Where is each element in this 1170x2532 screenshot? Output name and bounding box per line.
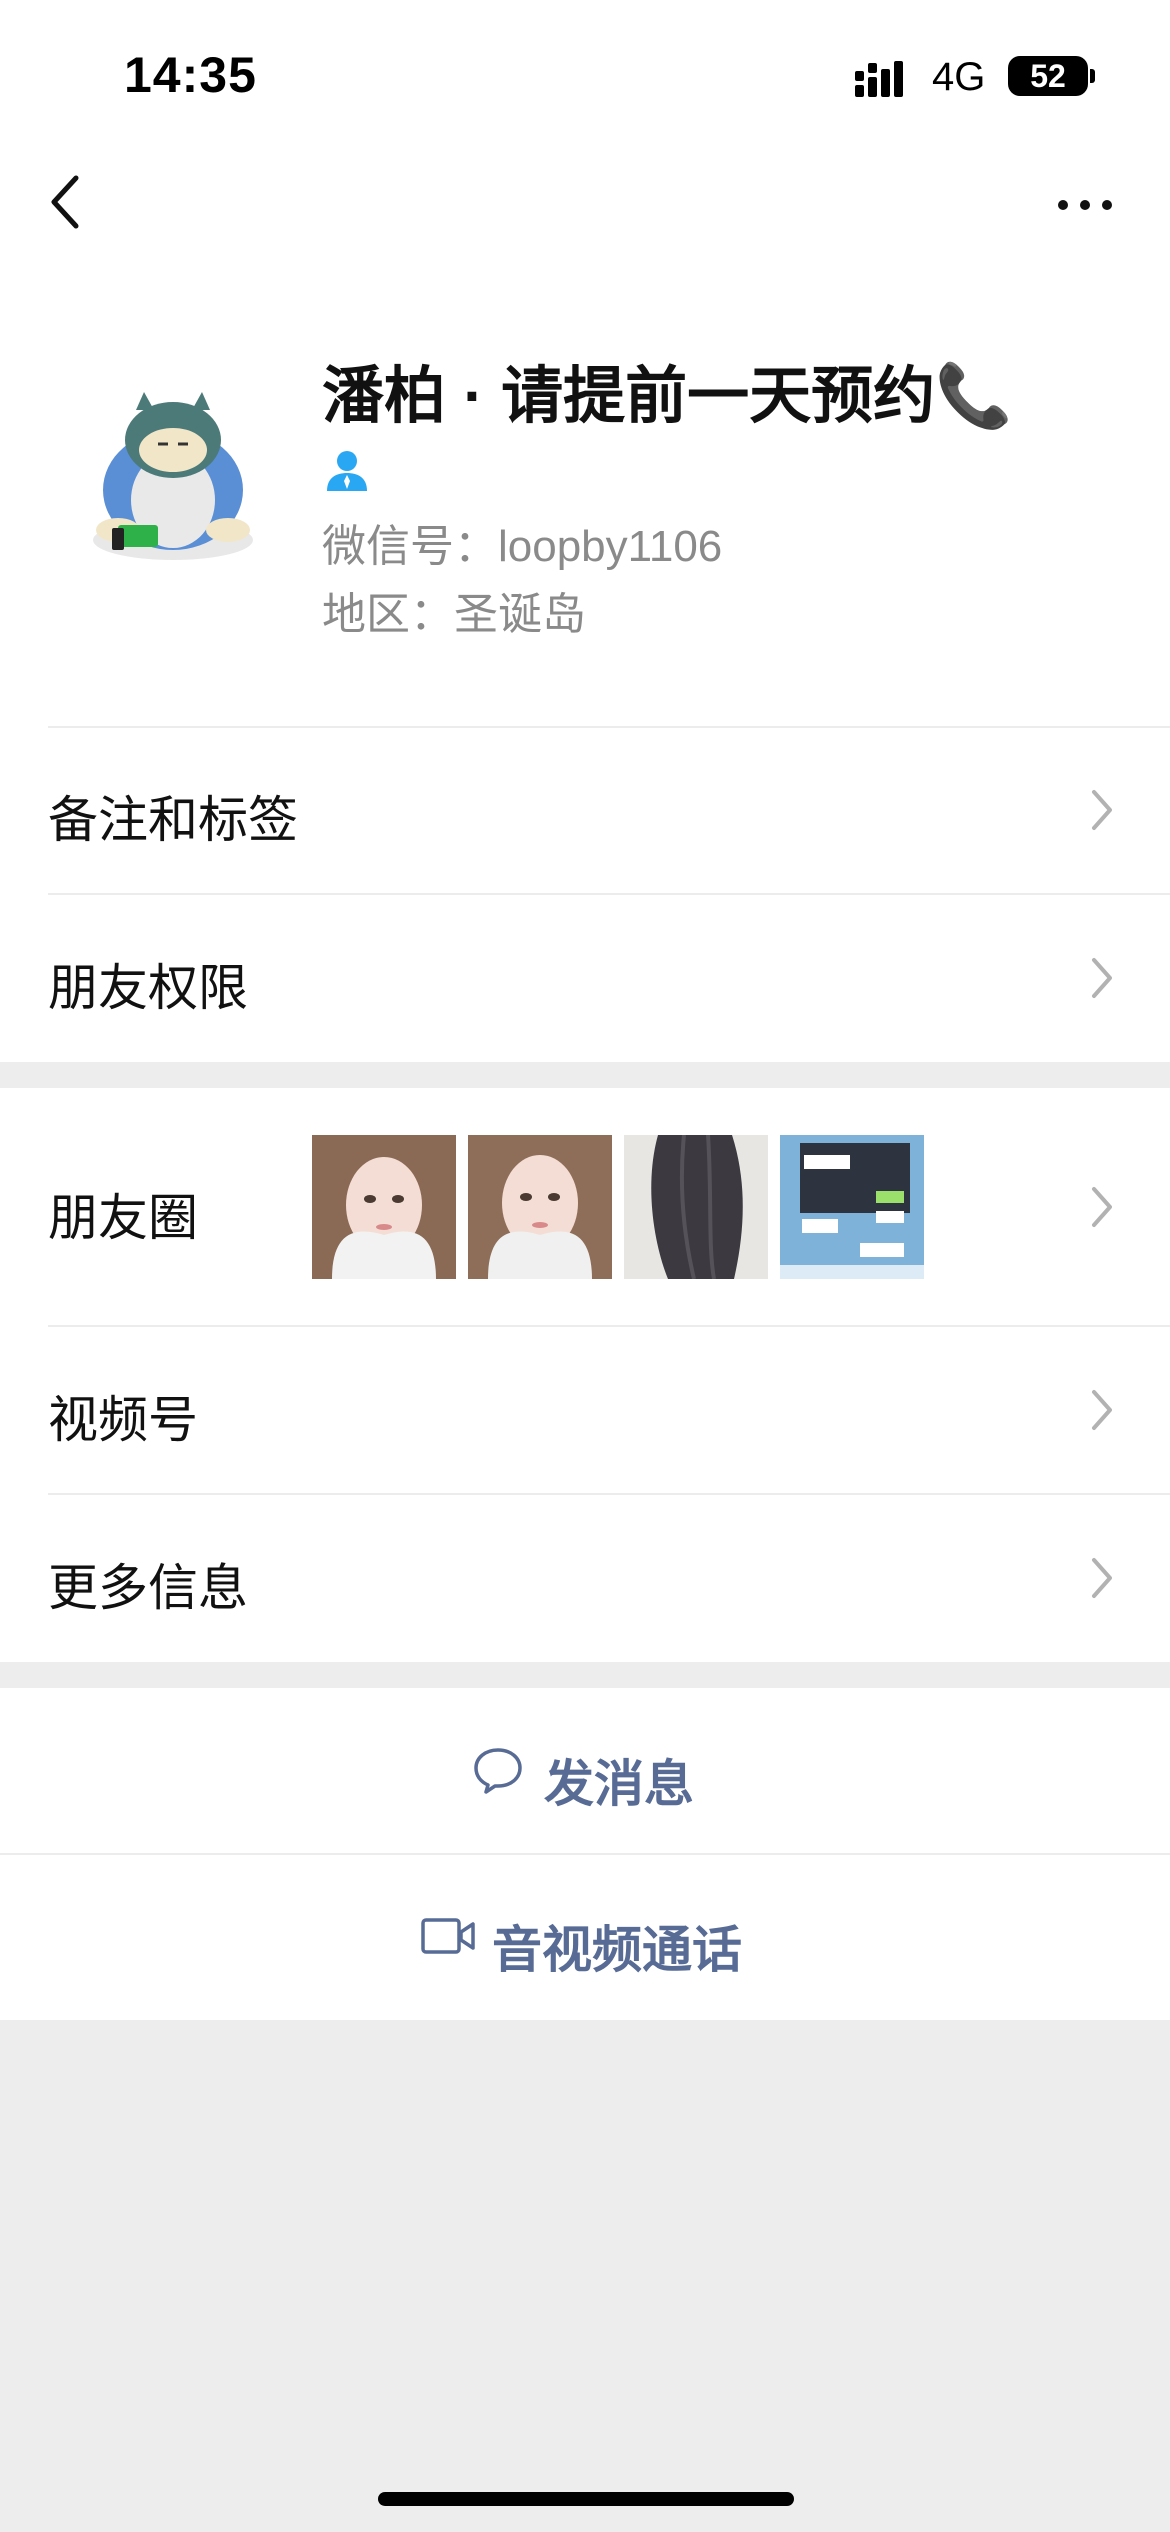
chat-bubble-icon xyxy=(474,1748,522,1794)
row-label: 更多信息 xyxy=(48,1560,248,1616)
signal-icon xyxy=(855,61,903,97)
row-label: 备注和标签 xyxy=(48,792,298,848)
row-label: 视频号 xyxy=(48,1392,198,1448)
more-dots-icon[interactable] xyxy=(1055,195,1115,215)
moments-thumbnail xyxy=(624,1135,768,1279)
moments-thumbnail xyxy=(312,1135,456,1279)
row-more-info[interactable]: 更多信息 xyxy=(0,1494,1170,1662)
nav-bar xyxy=(0,150,1170,270)
network-type: 4G xyxy=(932,55,986,99)
chevron-left-icon[interactable] xyxy=(46,172,86,232)
status-time: 14:35 xyxy=(124,47,257,103)
status-bar: 14:35 4G 52 xyxy=(0,0,1170,150)
contact-profile-screen: 14:35 4G 52 潘柏 · 请提前一天预约📞 微信号：loopby1106… xyxy=(0,0,1170,2532)
send-message-button[interactable]: 发消息 xyxy=(0,1688,1170,1854)
avatar-image xyxy=(78,380,268,570)
moments-thumbnail xyxy=(780,1135,924,1279)
wechat-id: 微信号：loopby1106 xyxy=(322,522,723,571)
audio-video-call-button[interactable]: 音视频通话 xyxy=(0,1854,1170,2020)
row-label: 朋友权限 xyxy=(48,960,248,1016)
person-icon xyxy=(327,451,367,491)
chevron-right-icon xyxy=(1092,958,1112,998)
battery-icon: 52 xyxy=(1008,56,1088,96)
avatar[interactable] xyxy=(78,380,268,570)
chevron-right-icon xyxy=(1092,1390,1112,1430)
battery-nub xyxy=(1090,69,1095,83)
battery-level: 52 xyxy=(1030,58,1066,94)
chevron-right-icon xyxy=(1092,790,1112,830)
row-friend-permissions[interactable]: 朋友权限 xyxy=(0,894,1170,1062)
row-remarks-and-tags[interactable]: 备注和标签 xyxy=(0,726,1170,894)
chevron-right-icon xyxy=(1092,1558,1112,1598)
row-channels[interactable]: 视频号 xyxy=(0,1326,1170,1494)
region: 地区：圣诞岛 xyxy=(322,590,586,639)
audio-video-call-label: 音视频通话 xyxy=(492,1922,742,1978)
chevron-right-icon xyxy=(1092,1187,1112,1227)
actions-group: 发消息 音视频通话 xyxy=(0,1688,1170,2020)
home-indicator[interactable] xyxy=(378,2492,794,2506)
row-label: 朋友圈 xyxy=(48,1190,198,1246)
settings-group: 备注和标签 朋友权限 xyxy=(0,726,1170,1062)
video-camera-icon xyxy=(421,1918,475,1954)
contact-nickname: 潘柏 · 请提前一天预约📞 xyxy=(322,362,1013,431)
moments-thumbnail xyxy=(468,1135,612,1279)
send-message-label: 发消息 xyxy=(544,1756,694,1812)
